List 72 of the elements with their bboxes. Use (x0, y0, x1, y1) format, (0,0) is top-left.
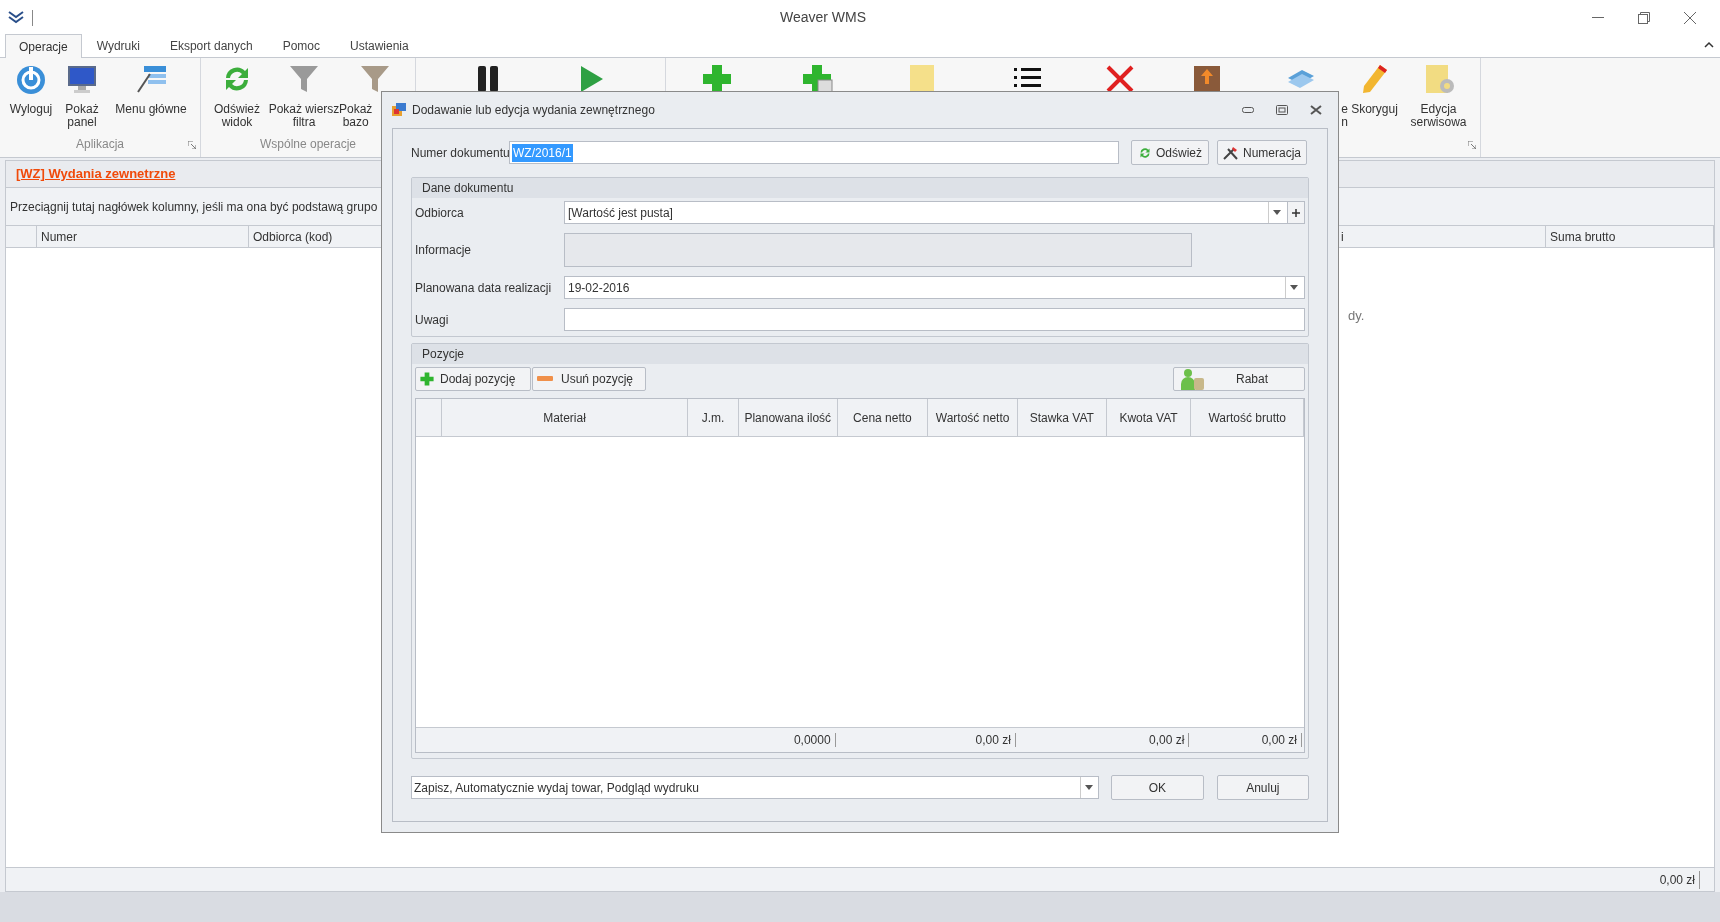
remove-position-button[interactable]: Usuń pozycję (532, 367, 646, 391)
group-header: Dane dokumentu (412, 178, 1308, 198)
ribbon-button-label[interactable]: Pokaż bazo (339, 103, 373, 129)
column-header[interactable]: Wartość netto (928, 399, 1018, 436)
close-icon[interactable] (1310, 105, 1322, 115)
field-label: Informacje (415, 242, 473, 259)
field-label: Uwagi (415, 311, 450, 329)
column-header[interactable]: Planowana ilość (738, 399, 838, 436)
ribbon-tab[interactable]: Eksport danych (154, 34, 268, 57)
field-label: Odbiorca (415, 204, 465, 222)
tools-icon (1223, 145, 1239, 160)
numbering-button[interactable]: Numeracja (1217, 140, 1307, 165)
close-icon[interactable] (1684, 11, 1696, 24)
column-header[interactable]: Numer (37, 226, 249, 247)
group-header: Pozycje (412, 344, 1308, 364)
dialog-title: Dodawanie lub edycja wydania zewnętrznego (412, 102, 655, 119)
minus-icon (537, 376, 553, 382)
notes-field[interactable] (564, 308, 1305, 331)
discount-button[interactable]: Rabat (1173, 367, 1305, 391)
footer-total: 0,00 zł (1659, 870, 1700, 889)
ok-button[interactable]: OK (1111, 775, 1204, 800)
column-header[interactable]: Materiał (441, 399, 689, 436)
ribbon-button-label[interactable]: Menu główne (115, 103, 187, 116)
restore-icon[interactable] (1638, 11, 1650, 24)
minimize-icon[interactable] (1592, 16, 1604, 19)
ribbon-button-label[interactable]: Odśwież widok (214, 103, 260, 129)
ribbon-tab[interactable]: Pomoc (267, 34, 335, 57)
column-header[interactable]: Wartość brutto (1191, 399, 1304, 436)
date-field[interactable]: 19-02-2016 (564, 276, 1305, 299)
column-header[interactable]: J.m. (688, 399, 739, 436)
ribbon-button-label[interactable]: Skoryguj (1351, 103, 1398, 116)
minimize-icon[interactable] (1242, 107, 1254, 113)
ribbon-group-label: Wspólne operacje (258, 136, 358, 153)
field-label: Planowana data realizacji (415, 279, 553, 297)
ribbon-button-label[interactable]: Wyloguj (9, 103, 53, 116)
ribbon-group-label: Aplikacja (75, 136, 125, 153)
column-header[interactable]: Cena netto (837, 399, 929, 436)
ribbon-button-label[interactable]: Edycja serwisowa (1410, 103, 1467, 129)
add-position-button[interactable]: Dodaj pozycję (415, 367, 531, 391)
action-combo[interactable]: Zapisz, Automatycznie wydaj towar, Podgląd wydruku (411, 776, 1100, 799)
caret-icon (1289, 285, 1298, 290)
window-title: Weaver WMS (780, 8, 867, 27)
refresh-button[interactable]: Odśwież (1131, 140, 1209, 165)
group-by-hint: Przeciągnij tutaj nagłówek kolumny, jeśli ma ona być podstawą grupo (10, 198, 378, 216)
ribbon-button-label[interactable]: Pokaż wiersz filtra (268, 103, 340, 129)
maximize-icon[interactable] (1276, 105, 1288, 115)
ribbon-tab[interactable]: Wydruki (81, 34, 155, 57)
caret-icon (1272, 210, 1281, 215)
recipient-combo[interactable]: [Wartość jest pusta] (564, 201, 1288, 224)
cancel-button[interactable]: Anuluj (1216, 775, 1309, 800)
ribbon-button-label[interactable]: e n (1341, 103, 1348, 129)
collapse-ribbon-icon[interactable] (1704, 41, 1714, 49)
quantity-total: 0,0000 (793, 733, 836, 747)
people-icon (1180, 368, 1206, 390)
launcher-icon[interactable] (188, 141, 196, 149)
empty-grid-message: dy. (1348, 307, 1365, 325)
column-header[interactable]: Stawka VAT (1017, 399, 1107, 436)
plus-icon (419, 371, 435, 387)
caret-icon (1084, 785, 1093, 790)
ribbon-button-label[interactable]: Pokaż panel (65, 103, 99, 129)
column-header[interactable]: Suma brutto (1546, 226, 1714, 247)
launcher-icon[interactable] (1468, 141, 1476, 149)
gross-total: 0,00 zł (1261, 733, 1302, 747)
column-header[interactable]: Kwota VAT (1106, 399, 1192, 436)
ribbon-tab[interactable]: Operacje (5, 34, 82, 58)
ribbon-tab[interactable]: Ustawienia (335, 34, 424, 57)
add-icon[interactable] (1288, 201, 1305, 224)
vat-total: 0,00 zł (1149, 733, 1190, 747)
app-logo-icon (8, 9, 24, 26)
app-window-icon (392, 103, 406, 117)
refresh-icon (1138, 145, 1152, 160)
net-total: 0,00 zł (975, 733, 1016, 747)
